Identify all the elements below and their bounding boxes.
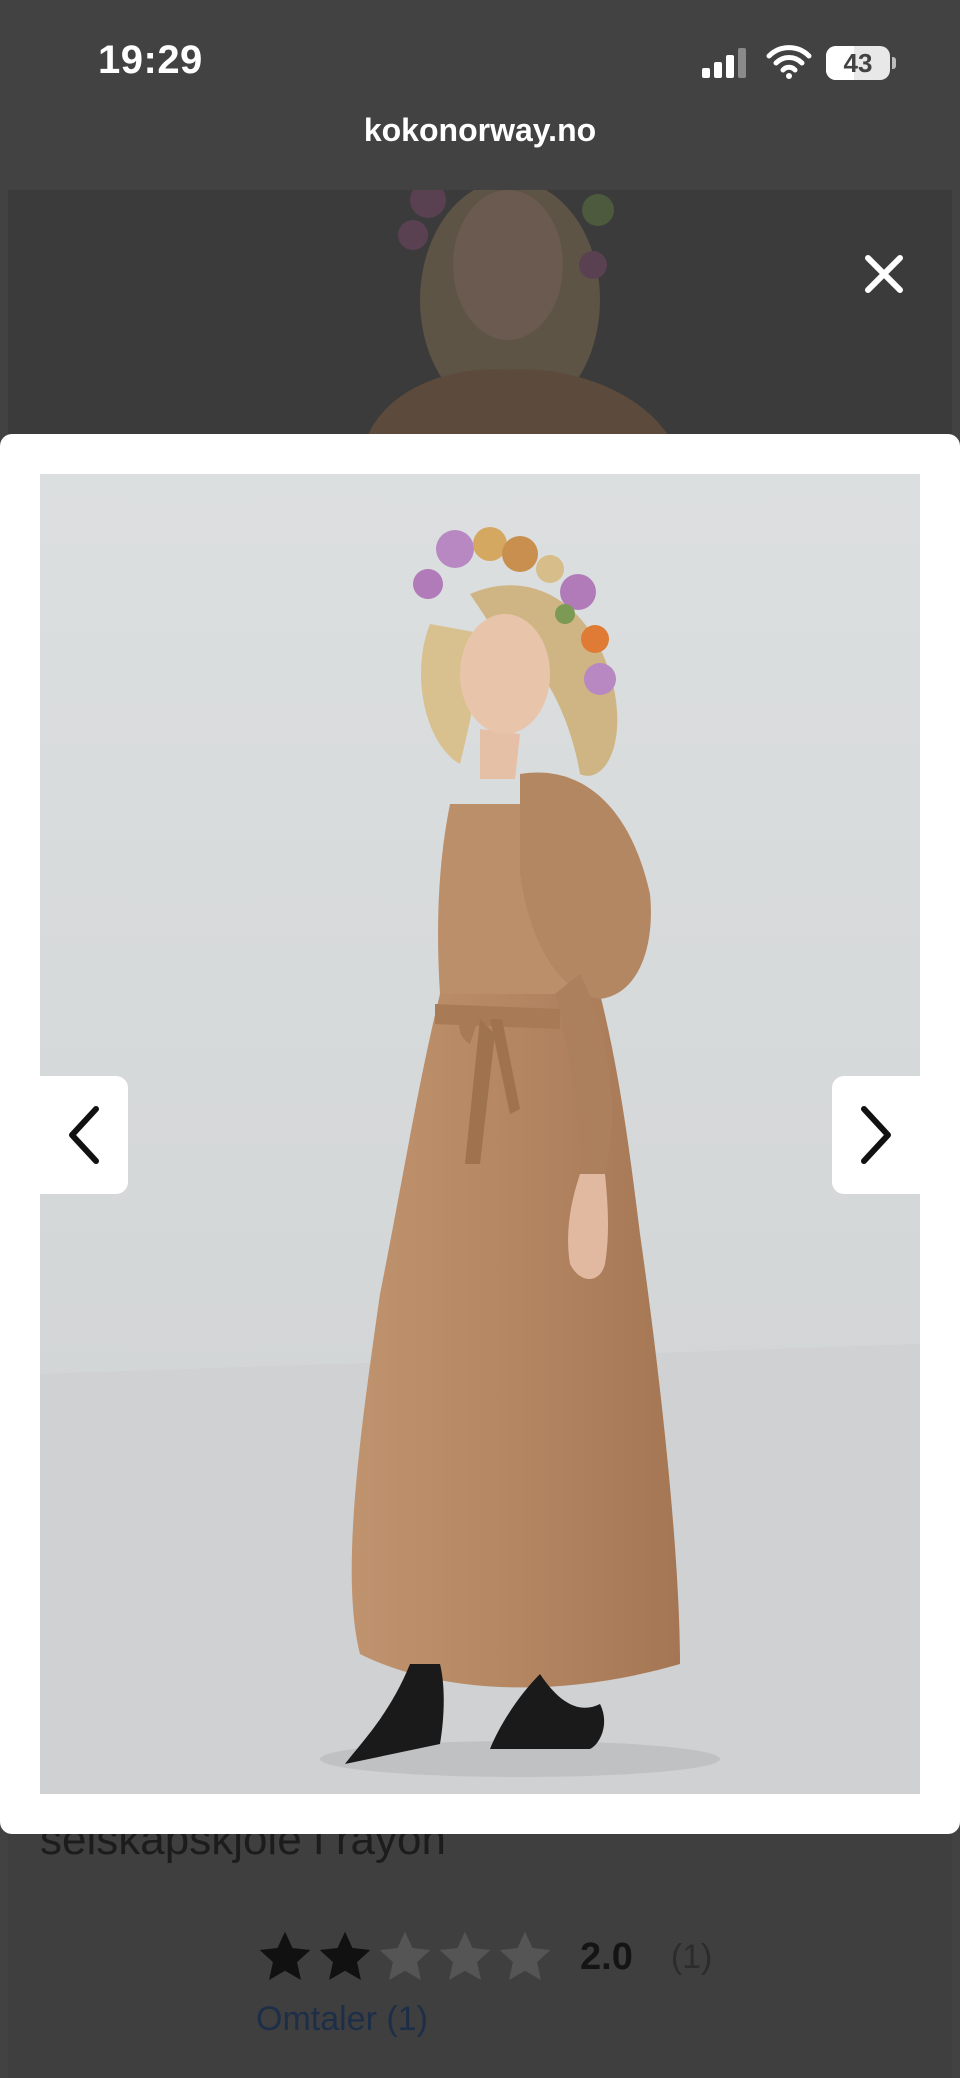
star-filled-icon xyxy=(319,1931,371,1980)
battery-indicator: 43 xyxy=(826,46,896,80)
product-rating: 2.0 (1) xyxy=(256,1922,712,1992)
star-empty-icon xyxy=(499,1931,551,1980)
previous-image-button[interactable] xyxy=(40,1076,128,1194)
next-image-button[interactable] xyxy=(832,1076,920,1194)
star-filled-icon xyxy=(259,1931,311,1980)
star-empty-icon xyxy=(379,1931,431,1980)
status-time: 19:29 xyxy=(98,38,203,82)
product-image xyxy=(40,474,920,1794)
url-bar[interactable]: kokonorway.no xyxy=(0,112,960,149)
product-photo-thumbnail xyxy=(8,190,952,435)
star-empty-icon xyxy=(439,1931,491,1980)
status-bar: 19:29 43 xyxy=(0,0,960,120)
reviews-link[interactable]: Omtaler (1) xyxy=(256,2000,428,2039)
battery-tip xyxy=(892,57,896,69)
model-portrait-photo xyxy=(8,190,952,435)
rating-count: (1) xyxy=(670,1937,713,1976)
model-in-dress-photo xyxy=(40,474,920,1794)
cellular-signal-icon xyxy=(702,48,746,78)
rating-value: 2.0 xyxy=(580,1935,633,1978)
wifi-icon xyxy=(766,45,812,79)
rating-stars xyxy=(256,1928,556,1986)
chevron-right-icon xyxy=(861,1106,891,1164)
chevron-left-icon xyxy=(69,1106,99,1164)
battery-level: 43 xyxy=(843,48,873,78)
close-icon[interactable] xyxy=(862,252,906,296)
image-lightbox xyxy=(0,434,960,1834)
